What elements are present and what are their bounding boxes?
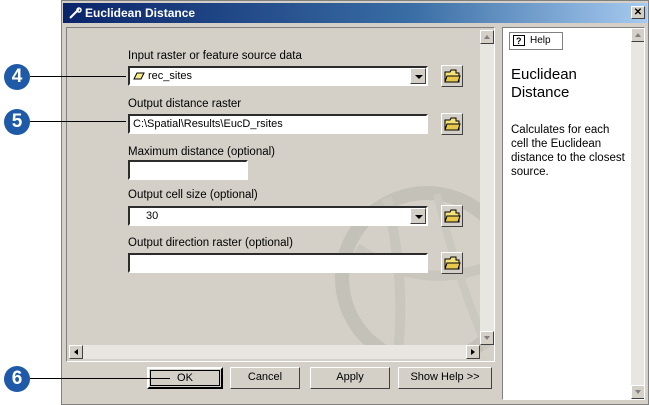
open-folder-icon [444, 117, 461, 131]
max-distance-label: Maximum distance (optional) [128, 146, 276, 158]
input-data-combobox[interactable]: rec_sites [128, 66, 428, 86]
open-folder-icon [444, 256, 461, 270]
scroll-up-icon[interactable] [480, 30, 494, 44]
input-data-browse-button[interactable] [441, 65, 463, 87]
help-vertical-scrollbar[interactable] [631, 28, 644, 399]
output-distance-label: Output distance raster [128, 98, 242, 110]
apply-button[interactable]: Apply [310, 367, 390, 389]
title-bar[interactable]: Euclidean Distance ✕ [63, 3, 647, 23]
output-direction-label: Output direction raster (optional) [128, 237, 293, 249]
callout-4-leader [30, 76, 126, 77]
help-description: Calculates for each cell the Euclidean d… [511, 124, 625, 178]
scroll-down-icon[interactable] [631, 385, 644, 399]
help-pane: ? Help Euclidean Distance Calculates for… [502, 27, 645, 400]
open-folder-icon [444, 209, 461, 223]
help-tab[interactable]: ? Help [509, 32, 563, 50]
open-folder-icon [444, 69, 461, 83]
help-icon: ? [513, 35, 525, 46]
close-icon[interactable]: ✕ [631, 6, 645, 19]
output-distance-field[interactable]: C:\Spatial\Results\EucD_rsites [128, 114, 428, 134]
help-title: Euclidean Distance [511, 66, 577, 101]
callout-step-4: 4 [4, 64, 30, 90]
cell-size-label: Output cell size (optional) [128, 189, 258, 201]
output-direction-field[interactable] [128, 253, 428, 273]
scroll-left-icon[interactable] [69, 345, 83, 359]
show-help-button[interactable]: Show Help >> [398, 367, 492, 389]
input-data-value: rec_sites [148, 70, 193, 82]
scroll-down-icon[interactable] [480, 331, 494, 345]
callout-step-5: 5 [4, 109, 30, 135]
wrench-icon [69, 7, 82, 19]
cell-size-dropdown-button[interactable] [410, 208, 426, 224]
parameters-pane: Input raster or feature source data rec_… [66, 27, 495, 362]
form-vertical-scrollbar[interactable] [480, 30, 494, 345]
help-tab-label: Help [530, 35, 551, 46]
callout-6-leader [30, 378, 170, 379]
output-distance-browse-button[interactable] [441, 113, 463, 135]
output-direction-browse-button[interactable] [441, 252, 463, 274]
cancel-button[interactable]: Cancel [230, 367, 300, 389]
svg-text:?: ? [516, 36, 522, 46]
scroll-up-icon[interactable] [631, 28, 644, 42]
polygon-layer-icon [133, 72, 145, 80]
cell-size-combobox[interactable]: 30 [128, 206, 428, 226]
window-title: Euclidean Distance [85, 6, 196, 20]
form-horizontal-scrollbar[interactable] [69, 345, 480, 359]
input-data-dropdown-button[interactable] [410, 68, 426, 84]
scroll-right-icon[interactable] [466, 345, 480, 359]
callout-5-leader [30, 121, 126, 122]
max-distance-field[interactable] [128, 160, 248, 180]
input-data-label: Input raster or feature source data [128, 50, 302, 62]
callout-step-6: 6 [4, 366, 30, 392]
cell-size-browse-button[interactable] [441, 205, 463, 227]
